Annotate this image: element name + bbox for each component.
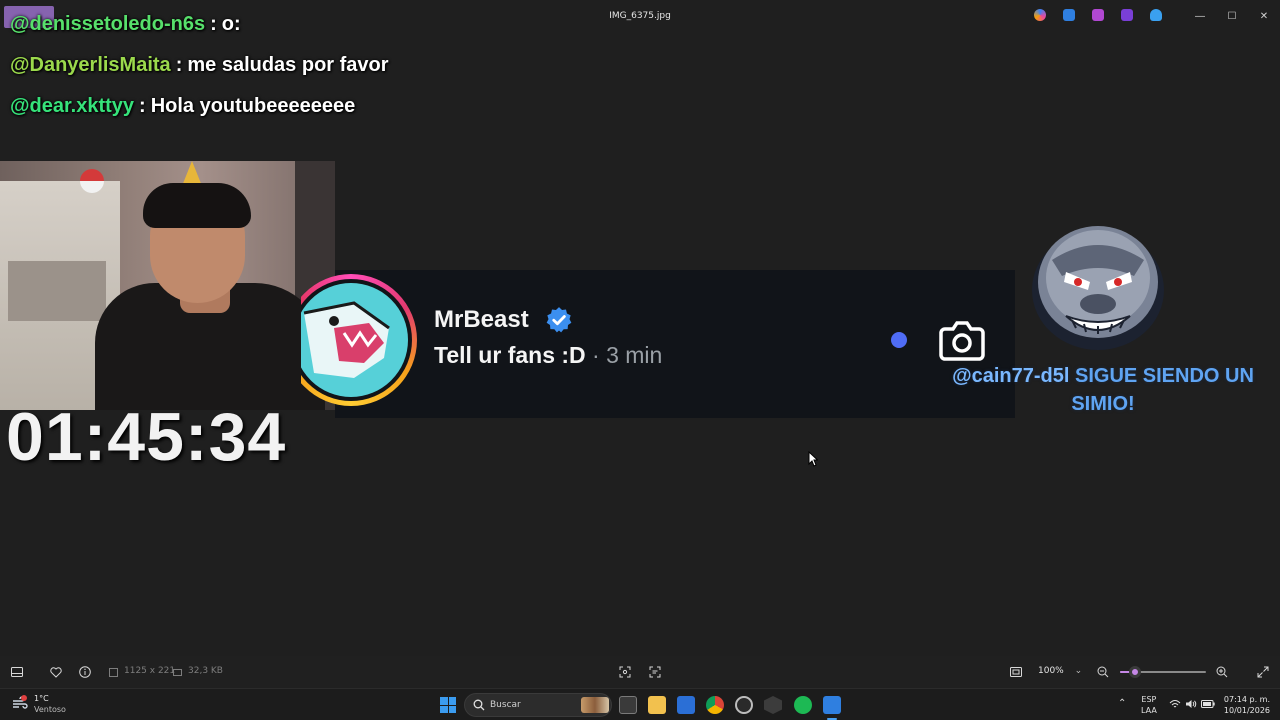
avatar-image [301, 283, 408, 397]
webcam-shelf-items [8, 261, 106, 321]
notification-text: Tell ur fans :D [434, 342, 586, 368]
weather-description: Ventoso [34, 705, 66, 714]
webcam-feed [0, 161, 335, 410]
alert-username: @cain77-d5l [952, 365, 1070, 387]
onedrive-icon[interactable] [1150, 9, 1162, 21]
favorite-heart-icon[interactable] [48, 664, 64, 680]
wifi-icon[interactable] [1168, 698, 1182, 710]
stream-timer: 01:45:34 [6, 399, 287, 475]
zoom-in-icon[interactable] [1214, 664, 1230, 680]
expand-icon[interactable] [1255, 664, 1271, 680]
keyboard-layout: LAA [1141, 706, 1157, 715]
chat-text: me saludas por favor [187, 54, 389, 76]
chat-username: @denissetoledo-n6s [10, 13, 206, 35]
notification-message: Tell ur fans :D · 3 min [434, 342, 662, 369]
battery-icon[interactable] [1201, 698, 1215, 710]
streamer [95, 183, 325, 410]
chat-text: o: [221, 13, 241, 35]
window-controls: — ☐ ✕ [1184, 0, 1280, 32]
chat-separator: : [210, 13, 217, 35]
file-explorer-icon[interactable] [648, 696, 666, 714]
start-tile [448, 705, 456, 713]
start-tile [440, 697, 448, 705]
chrome-icon[interactable] [706, 696, 724, 714]
filmstrip-icon[interactable] [9, 664, 25, 680]
donation-alert: @cain77-d5l SIGUE SIENDO UN SIMIO! [938, 362, 1268, 418]
chat-message: @dear.xkttyy : Hola youtubeeeeeeee [10, 86, 389, 127]
video-editor-icon[interactable] [1121, 9, 1133, 21]
start-button[interactable] [440, 697, 456, 713]
notification-time: · 3 min [592, 342, 663, 368]
volume-icon[interactable] [1184, 698, 1198, 710]
zoom-out-icon[interactable] [1095, 664, 1111, 680]
verified-badge-icon [546, 307, 572, 333]
chat-separator: : [139, 95, 146, 117]
search-icon [473, 699, 485, 711]
notification-sender: MrBeast [434, 306, 529, 333]
camera-icon[interactable] [939, 319, 985, 361]
mouse-cursor-icon [808, 451, 818, 467]
task-view-icon[interactable] [619, 696, 637, 714]
microsoft-store-icon[interactable] [677, 696, 695, 714]
image-dimensions: 1125 x 221 [124, 666, 176, 676]
chat-message: @DanyerlisMaita : me saludas por favor [10, 45, 389, 86]
chat-username: @dear.xkttyy [10, 95, 135, 117]
crop-select-icon[interactable] [617, 664, 633, 680]
gorilla-mascot-icon [1032, 226, 1164, 350]
chat-overlay: @denissetoledo-n6s : o: @DanyerlisMaita … [10, 4, 389, 127]
system-clock[interactable]: 07:14 p. m. 10/01/2026 [1218, 694, 1270, 716]
beast-logo-icon [303, 301, 390, 378]
zoom-level: 100% [1038, 666, 1064, 676]
text-scan-icon[interactable] [647, 664, 663, 680]
input-language[interactable]: ESP LAA [1141, 694, 1157, 716]
language-code: ESP [1141, 695, 1157, 704]
start-tile [440, 705, 448, 713]
spotify-icon[interactable] [794, 696, 812, 714]
title-bar-app-shortcuts [1034, 9, 1162, 21]
weather-wind-icon[interactable] [12, 695, 28, 711]
fit-screen-icon[interactable] [1008, 664, 1024, 680]
chat-message: @denissetoledo-n6s : o: [10, 4, 389, 45]
file-size-icon [169, 664, 185, 680]
maximize-button[interactable]: ☐ [1216, 0, 1248, 32]
dimensions-icon [105, 664, 121, 680]
chevron-down-icon: ⌄ [1074, 666, 1083, 676]
clipchamp-icon[interactable] [1092, 9, 1104, 21]
unity-icon[interactable] [764, 696, 782, 714]
weather-temperature: 1°C [34, 694, 49, 703]
mrbeast-avatar [301, 274, 421, 406]
search-highlight-image [581, 697, 609, 713]
zoom-level-dropdown[interactable]: 100% ⌄ [1038, 666, 1082, 676]
alert-message: SIGUE SIENDO UN SIMIO! [1071, 365, 1254, 415]
clock-time: 07:14 p. m. [1223, 695, 1270, 704]
chat-separator: : [175, 54, 183, 76]
chat-username: @DanyerlisMaita [10, 54, 171, 76]
tray-overflow-chevron-icon[interactable]: ⌃ [1118, 698, 1126, 709]
copilot-icon[interactable] [1034, 9, 1046, 21]
unread-dot [891, 332, 907, 348]
notification-card: MrBeast Tell ur fans :D · 3 min [301, 270, 1015, 418]
file-size: 32,3 KB [188, 666, 223, 676]
photo-editor-icon[interactable] [1063, 9, 1075, 21]
search-placeholder: Buscar [490, 700, 521, 710]
start-tile [448, 697, 456, 705]
zoom-slider-thumb[interactable] [1129, 666, 1142, 678]
streamer-hair [143, 183, 251, 228]
windows-taskbar: 1°C Ventoso Buscar ⌃ ESP LAA 07:14 p. m.… [0, 688, 1280, 720]
photos-app-icon[interactable] [823, 696, 841, 714]
minimize-button[interactable]: — [1184, 0, 1216, 32]
photo-toolbar: 1125 x 221 32,3 KB 100% ⌄ [0, 656, 1280, 688]
chat-text: Hola youtubeeeeeeee [150, 95, 356, 117]
clock-date: 10/01/2026 [1223, 706, 1270, 715]
taskbar-search[interactable]: Buscar [464, 693, 612, 717]
info-icon[interactable] [77, 664, 93, 680]
chatgpt-icon[interactable] [735, 696, 753, 714]
photos-app-window: IMG_6375.jpg — ☐ ✕ @denissetoledo-n6s : … [0, 0, 1280, 720]
close-button[interactable]: ✕ [1248, 0, 1280, 32]
